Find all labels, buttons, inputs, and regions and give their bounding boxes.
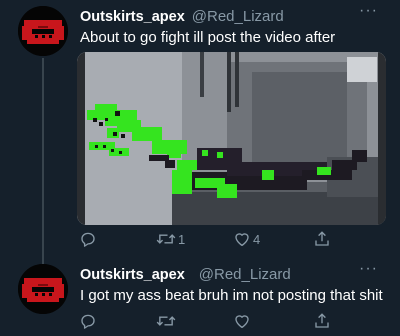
retweet-count: 1 — [178, 231, 186, 247]
tweet-thread: Outskirts_apex @Red_Lizard ··· About to g… — [0, 0, 400, 336]
share-icon — [315, 231, 329, 246]
retweet-button[interactable] — [156, 312, 178, 330]
share-icon — [315, 313, 329, 328]
avatar-lizard-art — [18, 6, 68, 56]
retweet-icon — [156, 234, 176, 244]
like-icon — [235, 233, 249, 247]
user-handle[interactable]: @Red_Lizard — [199, 266, 291, 283]
like-icon — [235, 315, 249, 329]
avatar[interactable] — [18, 264, 68, 314]
tweet-actions — [79, 312, 329, 332]
tweet[interactable]: Outskirts_apex @Red_Lizard ··· About to g… — [0, 0, 400, 268]
tweet-text: About to go fight ill post the video aft… — [80, 29, 336, 46]
thread-connector-line — [42, 58, 44, 268]
tweet-media-image[interactable] — [77, 52, 386, 225]
reply-icon — [81, 314, 95, 329]
retweet-icon — [156, 316, 176, 326]
retweet-button[interactable]: 1 — [156, 230, 185, 248]
tweet-text: I got my ass beat bruh im not posting th… — [80, 287, 383, 304]
share-button[interactable] — [313, 312, 331, 330]
share-button[interactable] — [313, 230, 331, 248]
tweet-header: Outskirts_apex @Red_Lizard — [80, 8, 284, 26]
like-button[interactable]: 4 — [233, 230, 260, 248]
reply-button[interactable] — [79, 312, 97, 330]
display-name[interactable]: Outskirts_apex — [80, 9, 185, 25]
avatar-lizard-art — [18, 264, 68, 314]
more-icon[interactable]: ··· — [359, 3, 378, 19]
like-count: 4 — [253, 231, 261, 247]
display-name[interactable]: Outskirts_apex — [80, 267, 185, 283]
more-icon[interactable]: ··· — [359, 261, 378, 277]
reply-icon — [81, 232, 95, 247]
tweet[interactable]: Outskirts_apex @Red_Lizard ··· I got my a… — [0, 258, 400, 336]
reply-button[interactable] — [79, 230, 97, 248]
user-handle[interactable]: @Red_Lizard — [192, 8, 284, 25]
tweet-actions: 1 4 — [79, 230, 329, 250]
pixel-lizard-image — [77, 52, 386, 225]
like-button[interactable] — [233, 312, 253, 330]
tweet-header: Outskirts_apex @Red_Lizard — [80, 266, 291, 284]
avatar[interactable] — [18, 6, 68, 56]
